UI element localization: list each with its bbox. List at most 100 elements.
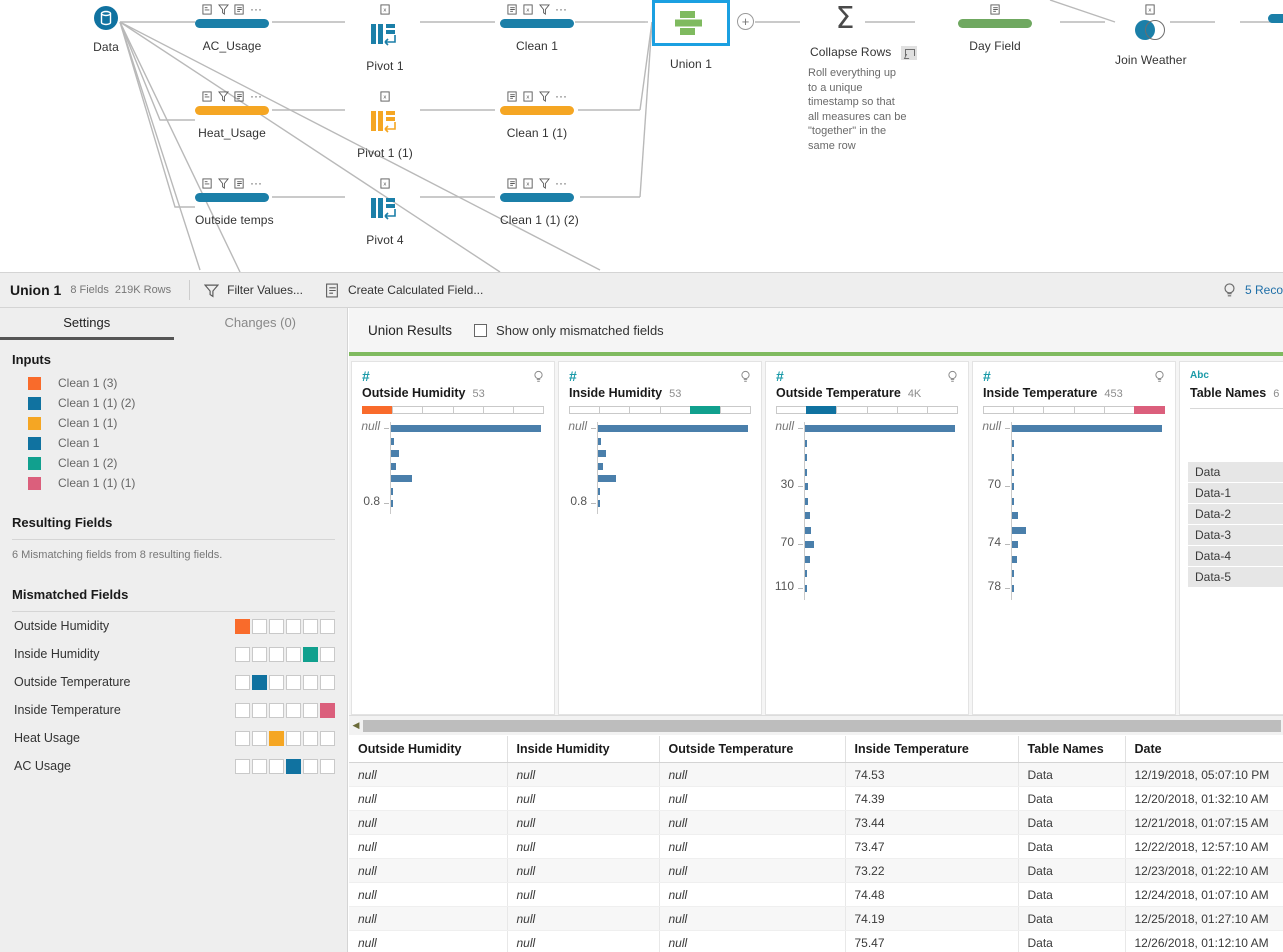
histogram-bar[interactable] bbox=[391, 475, 412, 482]
profile-horizontal-scrollbar[interactable]: ◀ bbox=[349, 715, 1283, 735]
tab-changes[interactable]: Changes (0) bbox=[174, 308, 348, 340]
mismatched-cell[interactable] bbox=[303, 702, 318, 718]
union-node-box[interactable] bbox=[652, 0, 730, 46]
histogram-bar[interactable] bbox=[1012, 526, 1026, 534]
node-icon-row[interactable]: x ··· bbox=[500, 89, 574, 103]
column-header[interactable]: Inside Humidity bbox=[507, 736, 660, 763]
mismatched-cell[interactable] bbox=[235, 730, 250, 746]
flow-node-data[interactable]: Data bbox=[76, 4, 136, 54]
mismatched-field-row[interactable]: Inside Humidity bbox=[0, 640, 347, 668]
table-row[interactable]: null null null 74.48 Data 12/24/2018, 01:07:1… bbox=[349, 882, 1283, 907]
histogram-bar[interactable] bbox=[598, 437, 601, 445]
node-icon-row[interactable]: ··· bbox=[195, 89, 269, 103]
list-item[interactable]: Clean 1 (3) bbox=[0, 373, 347, 393]
mismatched-cell[interactable] bbox=[269, 618, 284, 634]
profile-card[interactable]: # Outside Humidity 53 null 0.8 bbox=[351, 361, 555, 715]
mismatched-cell[interactable] bbox=[303, 618, 318, 634]
histogram-bar[interactable] bbox=[805, 512, 810, 519]
mismatched-cell[interactable] bbox=[269, 730, 284, 746]
mismatched-cell[interactable] bbox=[252, 674, 267, 690]
remove-field-icon[interactable]: x bbox=[379, 90, 391, 102]
flow-pane[interactable]: Data ··· AC_Usage ··· Heat_Usage ··· Out… bbox=[0, 0, 1283, 272]
profile-card[interactable]: # Inside Temperature 453 null 70 74 78 bbox=[972, 361, 1176, 715]
mismatched-cell[interactable] bbox=[286, 730, 301, 746]
mismatched-cell[interactable] bbox=[286, 646, 301, 662]
histogram-bar[interactable] bbox=[598, 425, 748, 432]
flow-node-pivot-4[interactable]: x Pivot 4 bbox=[355, 176, 415, 247]
list-item[interactable]: Clean 1 (1) (2) bbox=[0, 393, 347, 413]
value-item[interactable]: Data-1 bbox=[1188, 483, 1283, 503]
histogram-bar[interactable] bbox=[598, 462, 603, 470]
remove-field-icon[interactable]: x bbox=[523, 90, 534, 102]
histogram-bar[interactable] bbox=[1012, 541, 1018, 548]
more-options-icon[interactable]: ··· bbox=[250, 177, 262, 189]
value-item[interactable]: Data-5 bbox=[1188, 567, 1283, 587]
data-grid[interactable]: Outside Humidity Inside Humidity Outside T… bbox=[349, 736, 1283, 952]
lightbulb-icon[interactable] bbox=[1154, 370, 1165, 384]
mismatched-cell[interactable] bbox=[303, 730, 318, 746]
card-recommendation-icon[interactable] bbox=[947, 370, 958, 387]
mismatched-cell[interactable] bbox=[320, 758, 335, 774]
histogram-bar[interactable] bbox=[391, 500, 393, 507]
more-options-icon[interactable]: ··· bbox=[250, 3, 262, 15]
mismatched-cell[interactable] bbox=[235, 618, 250, 634]
table-row[interactable]: null null null 74.39 Data 12/20/2018, 01:32:1… bbox=[349, 786, 1283, 811]
flow-node-clean-1-1-2[interactable]: x ··· Clean 1 (1) (2) bbox=[500, 176, 579, 227]
profile-pane[interactable]: # Outside Humidity 53 null 0.8 # Inside Humidi… bbox=[349, 352, 1283, 715]
group-values-icon[interactable] bbox=[989, 3, 1001, 15]
filter-icon[interactable] bbox=[218, 90, 229, 102]
histogram[interactable]: null 0.8 bbox=[559, 419, 761, 708]
histogram-bar[interactable] bbox=[805, 526, 811, 534]
mismatched-field-row[interactable]: Heat Usage bbox=[0, 724, 347, 752]
histogram-bar[interactable] bbox=[805, 483, 808, 490]
histogram-bar[interactable] bbox=[805, 584, 807, 592]
more-options-icon[interactable]: ··· bbox=[555, 177, 567, 189]
histogram-bar[interactable] bbox=[805, 497, 808, 505]
filter-values-button[interactable]: Filter Values... bbox=[204, 283, 303, 298]
flow-node-union-1[interactable]: Union 1 bbox=[652, 0, 730, 71]
value-item[interactable]: Data-2 bbox=[1188, 504, 1283, 524]
value-item[interactable]: Data-3 bbox=[1188, 525, 1283, 545]
mismatched-cell[interactable] bbox=[269, 702, 284, 718]
more-options-icon[interactable]: ··· bbox=[555, 3, 567, 15]
more-options-icon[interactable]: ··· bbox=[555, 90, 567, 102]
mismatched-cell[interactable] bbox=[235, 702, 250, 718]
panel-tabs[interactable]: Settings Changes (0) bbox=[0, 308, 347, 340]
remove-field-icon[interactable]: x bbox=[379, 177, 391, 189]
group-values-icon[interactable] bbox=[234, 3, 245, 15]
histogram-bar[interactable] bbox=[805, 555, 810, 563]
node-icon-row[interactable]: x bbox=[355, 2, 415, 16]
histogram-bar[interactable] bbox=[805, 570, 807, 577]
mismatched-cell[interactable] bbox=[252, 646, 267, 662]
rename-field-icon[interactable] bbox=[202, 3, 213, 15]
mismatched-cell[interactable] bbox=[286, 618, 301, 634]
flow-node-pivot-1-1[interactable]: x Pivot 1 (1) bbox=[355, 89, 415, 160]
mismatched-field-row[interactable]: Outside Temperature bbox=[0, 668, 347, 696]
value-item[interactable]: Data bbox=[1188, 462, 1283, 482]
mismatched-cell[interactable] bbox=[269, 758, 284, 774]
flow-node-outside-temps[interactable]: ··· Outside temps bbox=[195, 176, 274, 227]
card-recommendation-icon[interactable] bbox=[533, 370, 544, 387]
flow-node-clean-1-1[interactable]: x ··· Clean 1 (1) bbox=[500, 89, 574, 140]
create-calculated-field-button[interactable]: Create Calculated Field... bbox=[325, 283, 483, 298]
histogram-bar[interactable] bbox=[1012, 454, 1014, 461]
mismatched-cell[interactable] bbox=[286, 758, 301, 774]
filter-icon[interactable] bbox=[218, 177, 229, 189]
node-icon-row[interactable]: ··· bbox=[195, 176, 269, 190]
mismatched-cell[interactable] bbox=[303, 758, 318, 774]
mismatched-cell[interactable] bbox=[252, 758, 267, 774]
mismatched-cell[interactable] bbox=[235, 758, 250, 774]
node-icon-row[interactable]: x bbox=[355, 176, 415, 190]
lightbulb-icon[interactable] bbox=[947, 370, 958, 384]
column-header[interactable]: Inside Temperature bbox=[845, 736, 1019, 763]
table-row[interactable]: null null null 74.19 Data 12/25/2018, 01:27:1… bbox=[349, 906, 1283, 931]
filter-icon[interactable] bbox=[218, 3, 229, 15]
histogram-bar[interactable] bbox=[1012, 497, 1014, 505]
node-icon-row[interactable]: ··· bbox=[195, 2, 269, 16]
flow-node-ac-usage[interactable]: ··· AC_Usage bbox=[195, 2, 269, 53]
flow-node-clean-1[interactable]: x ··· Clean 1 bbox=[500, 2, 574, 53]
card-recommendation-icon[interactable] bbox=[1154, 370, 1165, 387]
value-item[interactable]: Data-4 bbox=[1188, 546, 1283, 566]
histogram-bar[interactable] bbox=[805, 541, 814, 548]
show-mismatched-toggle[interactable]: Show only mismatched fields bbox=[474, 323, 664, 338]
